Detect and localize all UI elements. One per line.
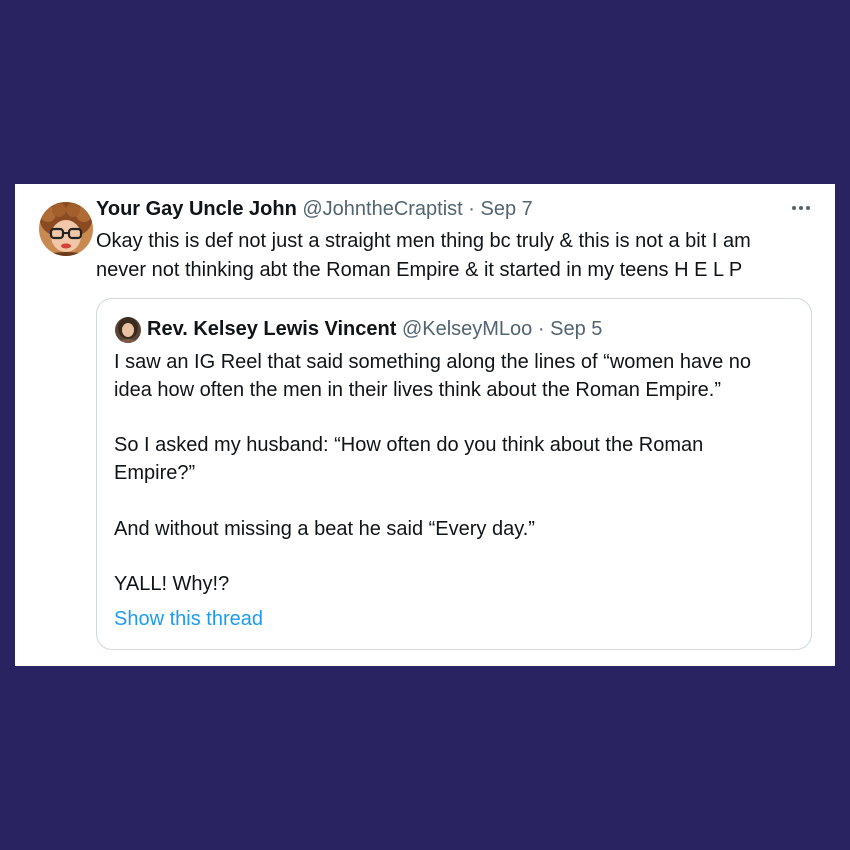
author-name[interactable]: Your Gay Uncle John [96,198,297,220]
tweet-text-line: never not thinking abt the Roman Empire … [96,259,743,281]
author-avatar-image [39,202,93,256]
quoted-author-avatar[interactable] [115,317,141,343]
quoted-header-separator: · [537,318,545,340]
more-dot [799,206,803,210]
quoted-text-line: So I asked my husband: “How often do you… [114,434,704,456]
quoted-text-line: And without missing a beat he said “Ever… [114,518,535,540]
quoted-text-line: YALL! Why!? [114,573,230,595]
header-separator: · [468,198,475,220]
quoted-author-handle[interactable]: @KelseyMLoo [402,318,532,340]
tweet-text-line: Okay this is def not just a straight men… [96,230,751,252]
more-dot [806,206,810,210]
quoted-author-avatar-image [115,317,141,343]
tweet-header: Your Gay Uncle John @JohntheCraptist · S… [96,196,533,222]
tweet-date[interactable]: Sep 7 [481,198,533,220]
quoted-tweet-header: Rev. Kelsey Lewis Vincent @KelseyMLoo · … [147,316,602,342]
author-avatar[interactable] [39,202,93,256]
tweet-card: Your Gay Uncle John @JohntheCraptist · S… [15,184,835,666]
more-dot [792,206,796,210]
quoted-author-name[interactable]: Rev. Kelsey Lewis Vincent [147,318,396,340]
quoted-text-line: Empire?” [114,462,196,484]
more-options-icon[interactable] [789,196,813,220]
quoted-tweet-date[interactable]: Sep 5 [550,318,602,340]
tweet-text: Okay this is def not just a straight men… [96,227,816,285]
quoted-text-line: I saw an IG Reel that said something alo… [114,351,752,373]
quoted-text-line: idea how often the men in their lives th… [114,379,721,401]
show-thread-link[interactable]: Show this thread [114,605,263,633]
quoted-tweet[interactable]: Rev. Kelsey Lewis Vincent @KelseyMLoo · … [96,298,812,650]
author-handle[interactable]: @JohntheCraptist [302,198,462,220]
